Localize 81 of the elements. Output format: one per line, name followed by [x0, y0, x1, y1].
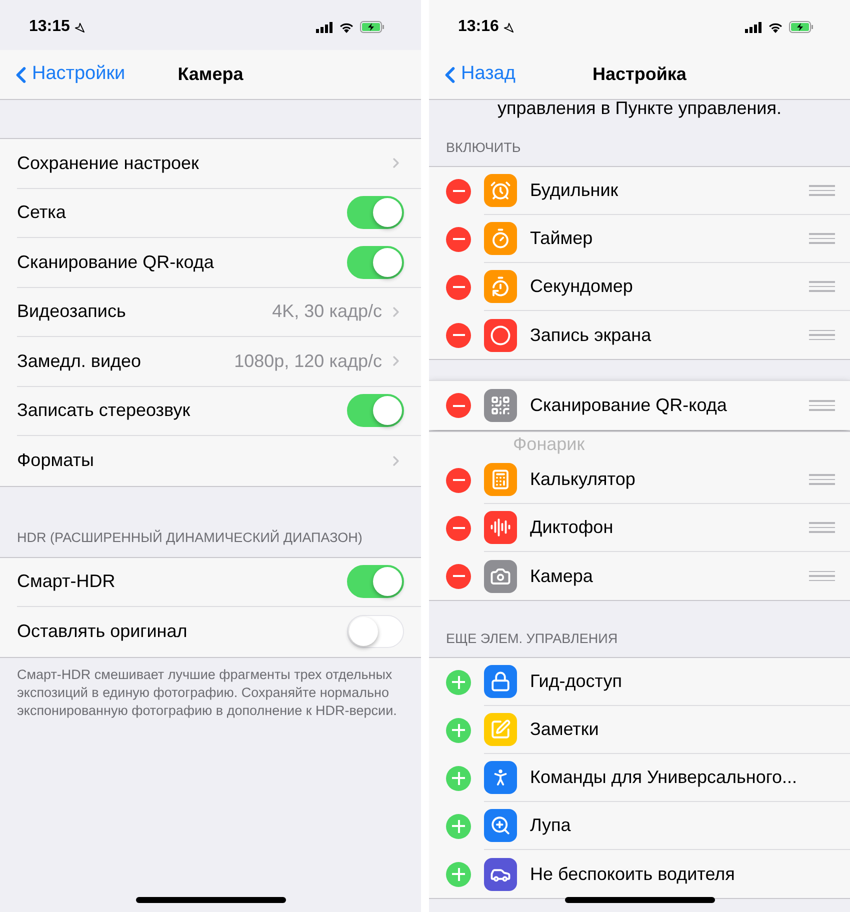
control-label: Лупа — [530, 814, 572, 837]
calculator-icon — [490, 469, 511, 490]
reorder-handle[interactable] — [809, 570, 835, 582]
control-label: Калькулятор — [530, 468, 636, 491]
timer-icon — [490, 228, 511, 249]
toggle-switch[interactable] — [347, 246, 404, 279]
screen-title: Камера — [178, 63, 244, 86]
toggle-switch[interactable] — [347, 394, 404, 428]
stopwatch-icon — [490, 276, 511, 297]
qr-code-icon — [490, 395, 511, 416]
control-label: Таймер — [530, 227, 594, 250]
setting-label: Оставлять оригинал — [17, 620, 188, 644]
battery-charging-icon — [789, 21, 814, 33]
screen-title: Настройка — [592, 63, 686, 86]
section-header: HDR (РАСШИРЕННЫЙ ДИНАМИЧЕСКИЙ ДИАПАЗОН) — [17, 528, 362, 548]
remove-button[interactable] — [446, 178, 471, 204]
control-label: Не беспокоить водителя — [530, 862, 736, 886]
sound-wave-icon — [490, 517, 511, 538]
setting-label: Видеозапись — [17, 300, 126, 324]
note-pencil-icon — [490, 719, 511, 740]
remove-button[interactable] — [446, 274, 471, 300]
control-label: Сканирование QR-кода — [530, 394, 728, 417]
remove-button[interactable] — [446, 516, 471, 540]
reorder-handle[interactable] — [809, 522, 835, 533]
magnifier-icon — [490, 815, 511, 836]
reorder-handle[interactable] — [809, 474, 835, 485]
remove-button[interactable] — [446, 393, 471, 418]
reorder-handle[interactable] — [809, 185, 835, 196]
add-button[interactable] — [446, 814, 471, 838]
control-label: Диктофон — [530, 516, 614, 539]
reorder-handle[interactable] — [809, 400, 835, 411]
setting-label: Сканирование QR-кода — [17, 250, 214, 274]
control-label: Секундомер — [530, 275, 634, 298]
reorder-handle[interactable] — [809, 233, 835, 244]
section-header: ВКЛЮЧИТЬ — [446, 138, 521, 157]
control-label: Заметки — [530, 718, 600, 741]
wifi-icon — [768, 22, 783, 32]
remove-button[interactable] — [446, 468, 471, 492]
signal-icon — [316, 22, 333, 32]
control-label: Гид-доступ — [530, 670, 623, 693]
control-label: Фонарик — [513, 433, 585, 455]
dragged-row[interactable]: Сканирование QR-кода — [429, 380, 850, 430]
setting-value: 4K, 30 кадр/с — [272, 300, 382, 324]
record-icon — [490, 324, 511, 346]
camera-icon — [490, 566, 511, 586]
setting-label: Смарт-HDR — [17, 570, 116, 594]
setting-label: Записать стереозвук — [17, 399, 190, 422]
toggle-switch[interactable] — [347, 196, 404, 230]
signal-icon — [745, 22, 762, 32]
location-icon — [74, 22, 85, 32]
add-button[interactable] — [446, 718, 471, 742]
reorder-handle[interactable] — [809, 281, 835, 292]
remove-button[interactable] — [446, 322, 471, 348]
status-time: 13:15 — [29, 17, 70, 37]
control-label: Команды для Универсального... — [530, 766, 798, 789]
remove-button[interactable] — [446, 226, 471, 252]
setting-label: Сохранение настроек — [17, 152, 199, 175]
location-icon — [502, 22, 514, 32]
wifi-icon — [339, 22, 354, 32]
setting-value: 1080p, 120 кадр/с — [234, 350, 382, 373]
add-button[interactable] — [446, 670, 471, 694]
setting-label: Форматы — [17, 449, 94, 472]
setting-label: Сетка — [17, 201, 66, 224]
back-button[interactable]: Настройки — [8, 60, 126, 90]
back-button[interactable]: Назад — [437, 60, 516, 90]
setting-label: Замедл. видео — [17, 350, 142, 373]
add-button[interactable] — [446, 862, 471, 886]
alarm-clock-icon — [490, 180, 511, 201]
toggle-switch[interactable] — [347, 565, 404, 598]
battery-charging-icon — [360, 21, 385, 33]
control-label: Запись экрана — [530, 324, 652, 347]
status-time: 13:16 — [458, 17, 499, 37]
add-button[interactable] — [446, 766, 471, 790]
section-header: ЕЩЕ ЭЛЕМ. УПРАВЛЕНИЯ — [446, 630, 618, 648]
footer-note: Смарт-HDR смешивает лучшие фрагменты трех отдельных экспозиций в единую фотографию. Сохраняйте нормально экспонированную фотографию в дополнение к HDR-версии. — [16, 666, 398, 720]
intro-text: управления в Пункте управления. — [496, 97, 782, 119]
control-label: Камера — [530, 564, 594, 588]
lock-icon — [490, 671, 511, 692]
remove-button[interactable] — [446, 564, 471, 588]
reorder-handle[interactable] — [809, 330, 835, 340]
control-label: Будильник — [530, 179, 620, 202]
